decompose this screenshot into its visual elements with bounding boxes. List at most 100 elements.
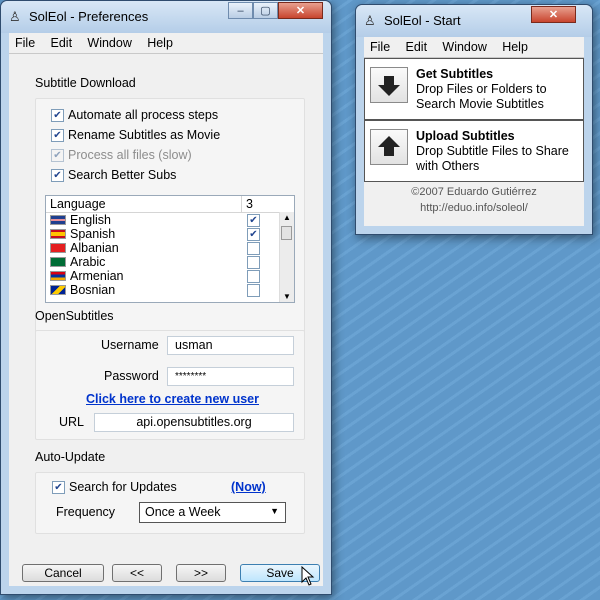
upload-subtitles-title: Upload Subtitles	[416, 129, 515, 143]
previous-button[interactable]: <<	[112, 564, 162, 582]
search-updates-label: Search for Updates	[69, 480, 177, 494]
app-logo-icon: ♙	[364, 13, 376, 28]
column-divider	[241, 196, 242, 212]
search-better-checkbox[interactable]: ✔	[51, 169, 64, 182]
preferences-titlebar[interactable]: ♙ SolEol - Preferences – ▢ ✕	[1, 1, 331, 33]
get-subtitles-panel[interactable]: Get Subtitles Drop Files or Folders to S…	[364, 58, 584, 120]
process-all-label: Process all files (slow)	[68, 148, 192, 162]
preferences-menubar: File Edit Window Help	[9, 33, 323, 54]
language-checkbox[interactable]	[247, 284, 260, 297]
frequency-dropdown[interactable]: Once a Week ▼	[139, 502, 286, 523]
menu-file[interactable]: File	[9, 33, 41, 50]
list-item[interactable]: Armenian	[46, 269, 280, 283]
minimize-button[interactable]: –	[228, 2, 253, 19]
preferences-client: Subtitle Download ✔ Automate all process…	[9, 54, 323, 586]
auto-update-heading: Auto-Update	[35, 450, 106, 464]
opensubtitles-heading: OpenSubtitles	[35, 309, 114, 323]
upload-subtitles-panel[interactable]: Upload Subtitles Drop Subtitle Files to …	[364, 120, 584, 182]
upload-arrow-icon	[370, 129, 408, 165]
language-checkbox[interactable]: ✔	[247, 214, 260, 227]
get-subtitles-title: Get Subtitles	[416, 67, 494, 81]
search-better-label: Search Better Subs	[68, 168, 177, 182]
language-list-scrollbar[interactable]: ▲ ▼	[279, 212, 294, 302]
frequency-label: Frequency	[56, 505, 116, 519]
preferences-title: SolEol - Preferences	[29, 9, 149, 24]
list-item[interactable]: Spanish ✔	[46, 227, 280, 241]
menu-edit[interactable]: Edit	[400, 37, 434, 54]
start-menubar: File Edit Window Help	[364, 37, 584, 58]
language-checkbox[interactable]	[247, 242, 260, 255]
start-titlebar[interactable]: ♙ SolEol - Start ✕	[356, 5, 592, 37]
menu-edit[interactable]: Edit	[45, 33, 79, 50]
upload-subtitles-desc-line2: with Others	[416, 159, 480, 173]
next-button[interactable]: >>	[176, 564, 226, 582]
menu-window[interactable]: Window	[436, 37, 492, 54]
opensubtitles-group: Username usman Password ******** Click h…	[35, 330, 305, 440]
process-all-checkbox: ✔	[51, 149, 64, 162]
albania-flag-icon	[50, 243, 66, 253]
mouse-cursor-icon	[301, 566, 315, 586]
credits-text: ©2007 Eduardo Gutiérrez	[411, 186, 537, 198]
app-logo-icon: ♙	[9, 9, 21, 24]
website-link[interactable]: http://eduo.info/soleol/	[364, 202, 584, 214]
uk-flag-icon	[50, 215, 66, 225]
frequency-value: Once a Week	[145, 505, 221, 519]
scrollbar-thumb[interactable]	[281, 226, 292, 240]
start-title: SolEol - Start	[384, 13, 461, 28]
language-column-header[interactable]: Language	[50, 197, 106, 211]
close-button[interactable]: ✕	[278, 2, 323, 19]
scroll-up-icon[interactable]: ▲	[283, 213, 291, 222]
rename-label: Rename Subtitles as Movie	[68, 128, 221, 142]
automate-checkbox[interactable]: ✔	[51, 109, 64, 122]
rename-checkbox[interactable]: ✔	[51, 129, 64, 142]
url-field[interactable]: api.opensubtitles.org	[94, 413, 294, 432]
password-field[interactable]: ********	[167, 367, 294, 386]
menu-help[interactable]: Help	[496, 37, 534, 54]
armenia-flag-icon	[50, 271, 66, 281]
menu-file[interactable]: File	[364, 37, 396, 54]
language-name: Arabic	[70, 255, 106, 269]
start-client: Get Subtitles Drop Files or Folders to S…	[364, 58, 584, 226]
language-checkbox[interactable]	[247, 256, 260, 269]
language-name: Albanian	[70, 241, 119, 255]
update-now-link[interactable]: (Now)	[231, 480, 266, 494]
menu-help[interactable]: Help	[141, 33, 179, 50]
language-list-header: Language 3	[46, 196, 294, 213]
bosnia-flag-icon	[50, 285, 66, 295]
language-name: Bosnian	[70, 283, 116, 297]
auto-update-group: ✔ Search for Updates (Now) Frequency Onc…	[35, 472, 305, 534]
language-checkbox[interactable]: ✔	[247, 228, 260, 241]
language-checkbox[interactable]	[247, 270, 260, 283]
spain-flag-icon	[50, 229, 66, 239]
get-subtitles-desc-line2: Search Movie Subtitles	[416, 97, 544, 111]
count-column-header[interactable]: 3	[246, 197, 253, 211]
password-label: Password	[104, 369, 159, 383]
saudi-flag-icon	[50, 257, 66, 267]
close-button[interactable]: ✕	[531, 6, 576, 23]
language-name: Spanish	[70, 227, 116, 241]
list-item[interactable]: Albanian	[46, 241, 280, 255]
upload-subtitles-desc-line1: Drop Subtitle Files to Share	[416, 144, 569, 158]
preferences-window: ♙ SolEol - Preferences – ▢ ✕ File Edit W…	[0, 0, 332, 595]
chevron-down-icon: ▼	[270, 506, 279, 516]
list-item[interactable]: English ✔	[46, 213, 280, 227]
download-arrow-icon	[370, 67, 408, 103]
language-name: Armenian	[70, 269, 124, 283]
username-label: Username	[101, 338, 159, 352]
automate-label: Automate all process steps	[68, 108, 219, 122]
list-item[interactable]: Bosnian	[46, 283, 280, 297]
language-list[interactable]: Language 3 English ✔ Spanish ✔ Albanian	[45, 195, 295, 303]
start-window: ♙ SolEol - Start ✕ File Edit Window Help…	[355, 4, 593, 235]
search-updates-checkbox[interactable]: ✔	[52, 481, 65, 494]
username-field[interactable]: usman	[167, 336, 294, 355]
scroll-down-icon[interactable]: ▼	[283, 292, 291, 301]
create-user-link[interactable]: Click here to create new user	[86, 392, 259, 406]
language-name: English	[70, 213, 111, 227]
subtitle-download-heading: Subtitle Download	[35, 76, 136, 90]
get-subtitles-desc-line1: Drop Files or Folders to	[416, 82, 547, 96]
maximize-button[interactable]: ▢	[253, 2, 278, 19]
list-item[interactable]: Arabic	[46, 255, 280, 269]
cancel-button[interactable]: Cancel	[22, 564, 104, 582]
menu-window[interactable]: Window	[81, 33, 137, 50]
url-label: URL	[59, 415, 85, 429]
